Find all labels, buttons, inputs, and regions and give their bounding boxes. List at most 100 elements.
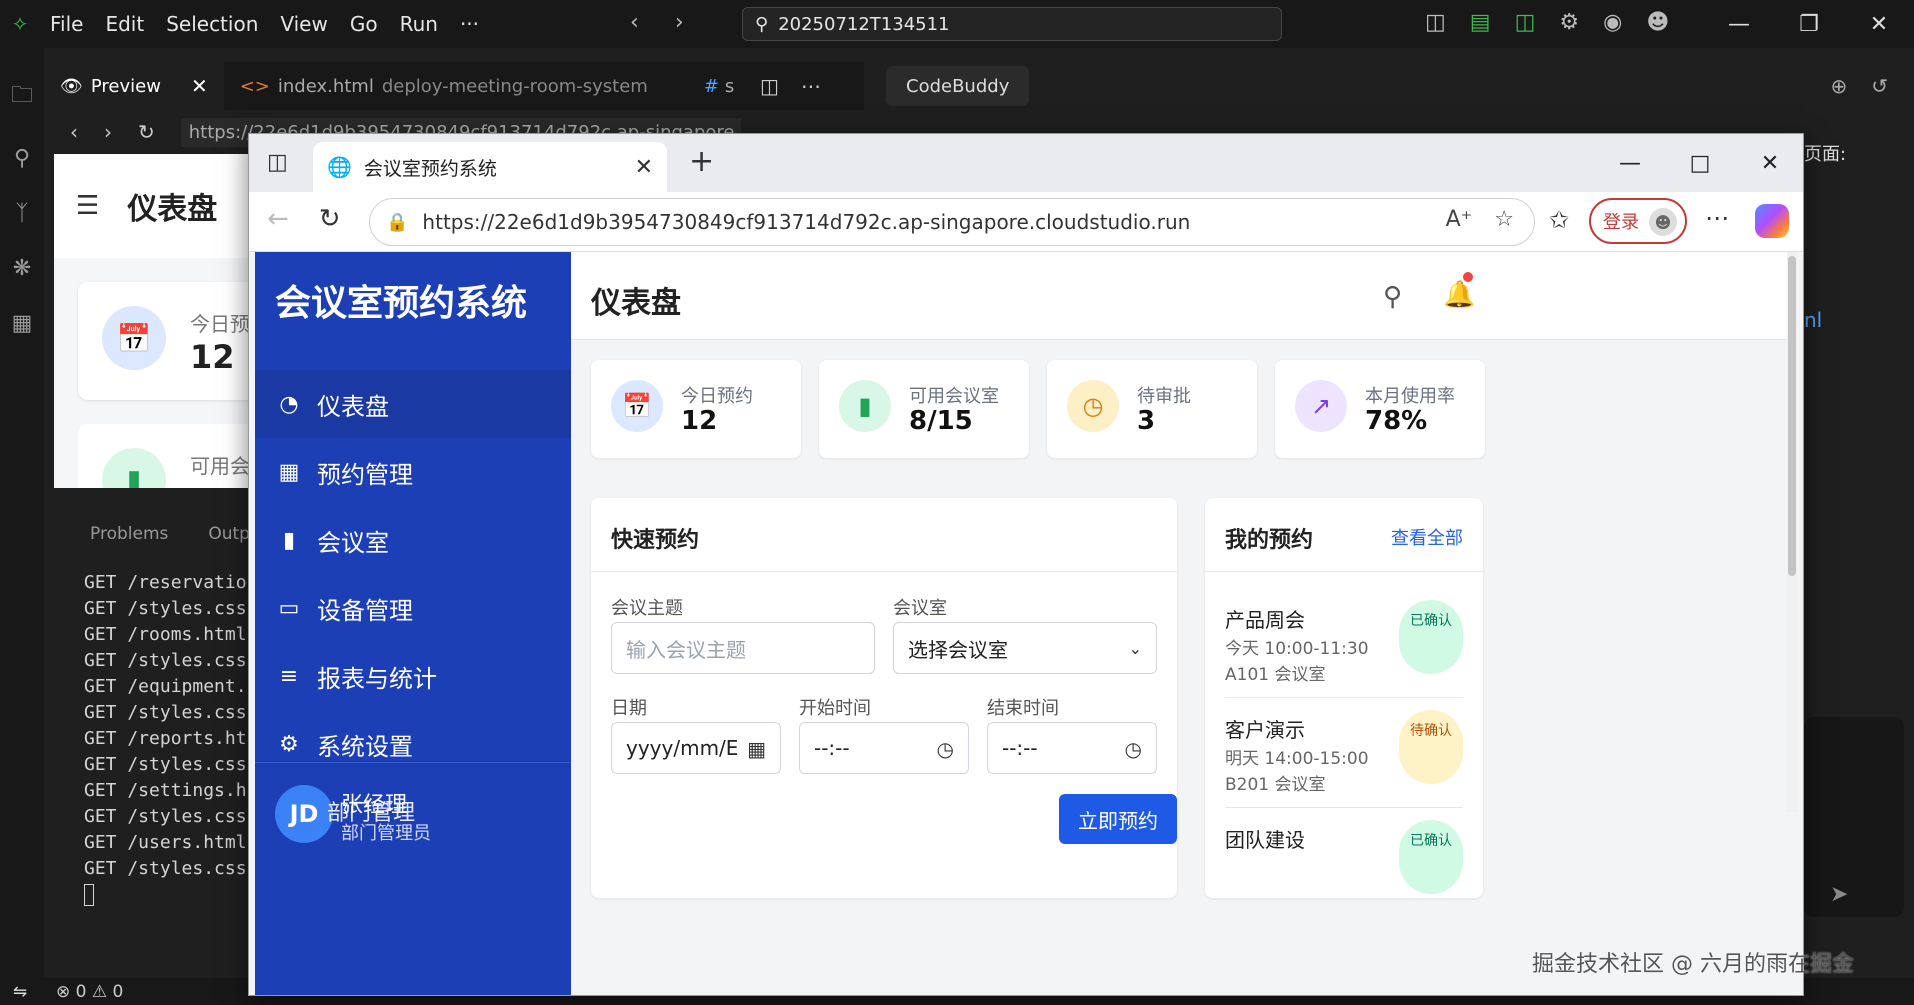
sidebar-item-dashboard[interactable]: ◔ 仪表盘 [255,370,571,438]
menu-file[interactable]: File [50,12,83,36]
tab-output[interactable]: Outp [208,524,250,544]
preview-reload-icon[interactable]: ↻ [138,120,155,144]
list-item[interactable]: 团队建设 已确认 [1225,810,1463,898]
hamburger-icon[interactable]: ☰ [76,191,99,221]
toggle-panel-icon[interactable]: ▤ [1470,10,1491,35]
address-bar[interactable]: 🔒 https://22e6d1d9b3954730849cf913714d79… [369,198,1535,246]
new-chat-icon[interactable]: ⊕ [1830,74,1847,98]
notification-dot [1463,272,1473,282]
read-aloud-icon[interactable]: A⁺ [1446,207,1473,232]
close-window-icon[interactable]: ✕ [1844,12,1914,37]
favorite-star-icon[interactable]: ☆ [1494,207,1514,232]
menu-run[interactable]: Run [400,12,438,36]
bell-icon[interactable]: 🔔 [1443,280,1475,310]
send-icon[interactable]: ➤ [1830,882,1848,907]
minimize-icon[interactable]: — [1704,12,1774,37]
bottom-panel: Problems Outp GET /reservatio GET /style… [54,504,254,964]
terminal-output[interactable]: GET /reservatio GET /styles.css GET /roo… [84,570,247,908]
more-actions-icon[interactable]: ⋯ [801,74,821,98]
preview-back-icon[interactable]: ‹ [70,120,78,144]
copilot-icon[interactable]: ◉ [1603,10,1622,35]
back-icon[interactable]: ← [267,204,289,234]
extensions-icon[interactable]: ▦ [0,311,44,336]
stat-value: 12 [681,406,718,436]
login-button[interactable]: 登录 ☻ [1589,198,1687,244]
eye-icon: 👁 [60,75,83,97]
list-item[interactable]: 客户演示 明天 14:00-15:00 B201 会议室 待确认 [1225,700,1463,808]
problems-status[interactable]: ⊗ 0 ⚠ 0 [56,982,123,1002]
refresh-icon[interactable]: ↻ [319,204,341,234]
page-scrollbar[interactable] [1787,252,1797,812]
sidebar-item-equipment[interactable]: ▭ 设备管理 [255,574,571,642]
tab-problems[interactable]: Problems [90,524,168,544]
user-profile[interactable]: JD 张经理 部门管理 部门管理员 [255,762,571,872]
terminal-line: GET /reservatio [84,572,247,593]
start-time-input[interactable]: --:-- ◷ [799,722,969,774]
sidebar-item-reports[interactable]: ≡ 报表与统计 [255,642,571,710]
calendar-picker-icon[interactable]: ▦ [747,737,766,761]
account-icon[interactable]: ☻ [1646,10,1669,35]
tab-index-html[interactable]: <> index.html deploy-meeting-room-system [224,62,664,110]
close-window-icon[interactable]: ✕ [1735,151,1803,176]
forward-arrow-icon[interactable]: › [675,10,684,35]
back-arrow-icon[interactable]: ‹ [630,10,639,35]
error-icon: ⊗ [56,981,71,1002]
settings-gear-icon[interactable]: ⚙ [1559,10,1579,35]
browser-tab-title: 会议室预约系统 [363,157,497,180]
topic-input[interactable]: 输入会议主题 [611,622,875,674]
panel-tabs: Problems Outp [90,524,250,544]
search-view-icon[interactable]: ⚲ [0,146,44,171]
favorites-icon[interactable]: ✩ [1549,206,1569,234]
terminal-line: GET /reports.ht [84,728,247,749]
end-time-label: 结束时间 [987,698,1059,719]
browser-tab[interactable]: 🌐 会议室预约系统 ✕ [313,142,667,192]
toggle-secondary-sidebar-icon[interactable]: ◫ [1515,10,1536,35]
toggle-sidebar-icon[interactable]: ◫ [1425,10,1446,35]
scrollbar-thumb[interactable] [1788,256,1796,576]
close-tab-icon[interactable]: ✕ [191,74,208,98]
clock-icon[interactable]: ◷ [1125,737,1142,761]
menu-view[interactable]: View [280,12,327,36]
list-item[interactable]: 产品周会 今天 10:00-11:30 A101 会议室 已确认 [1225,590,1463,698]
sidebar-item-reservations[interactable]: ▦ 预约管理 [255,438,571,506]
tab-actions-icon[interactable]: ◫ [267,150,288,175]
end-time-input[interactable]: --:-- ◷ [987,722,1157,774]
codebuddy-tab[interactable]: CodeBuddy [886,66,1030,106]
remote-icon[interactable]: ⇋ [0,982,40,1002]
explorer-icon[interactable]: 🗀 [0,78,44,116]
chat-link-fragment[interactable]: nl [1804,308,1822,332]
debug-icon[interactable]: ❋ [0,256,44,281]
reservation-room: B201 会议室 [1225,775,1326,795]
new-tab-button[interactable]: + [689,144,714,179]
terminal-line: GET /rooms.html [84,624,247,645]
chat-input-area[interactable] [1804,717,1904,917]
more-menu-icon[interactable]: ⋯ [1705,204,1729,232]
start-time-label: 开始时间 [799,698,871,719]
maximize-icon[interactable]: □ [1665,151,1735,176]
menu-more[interactable]: ··· [460,12,479,36]
preview-forward-icon[interactable]: › [104,120,112,144]
tab-css[interactable]: # s [664,62,750,110]
date-input[interactable]: yyyy/mm/E ▦ [611,722,781,774]
room-select[interactable]: 选择会议室 ⌄ [893,622,1157,674]
menu-selection[interactable]: Selection [166,12,258,36]
command-center-search[interactable]: ⚲ 20250712T134511 [742,7,1282,41]
sidebar-item-rooms[interactable]: ▮ 会议室 [255,506,571,574]
restore-icon[interactable]: ❐ [1774,12,1844,37]
history-icon[interactable]: ↺ [1871,74,1888,98]
source-control-icon[interactable]: ᛉ [0,201,44,226]
minimize-icon[interactable]: — [1595,151,1665,176]
search-icon[interactable]: ⚲ [1383,282,1402,312]
split-editor-icon[interactable]: ◫ [760,74,779,98]
close-tab-icon[interactable]: ✕ [635,155,653,180]
warning-count: 0 [112,981,124,1002]
menu-go[interactable]: Go [350,12,378,36]
tab-preview[interactable]: 👁 Preview ✕ [44,62,224,110]
preview-card-value: 12 [190,338,235,376]
clock-icon[interactable]: ◷ [937,737,954,761]
lock-icon[interactable]: 🔒 [386,212,408,233]
menu-edit[interactable]: Edit [105,12,144,36]
view-all-link[interactable]: 查看全部 [1391,524,1463,550]
copilot-icon[interactable] [1755,204,1789,238]
submit-reservation-button[interactable]: 立即预约 [1059,794,1177,844]
